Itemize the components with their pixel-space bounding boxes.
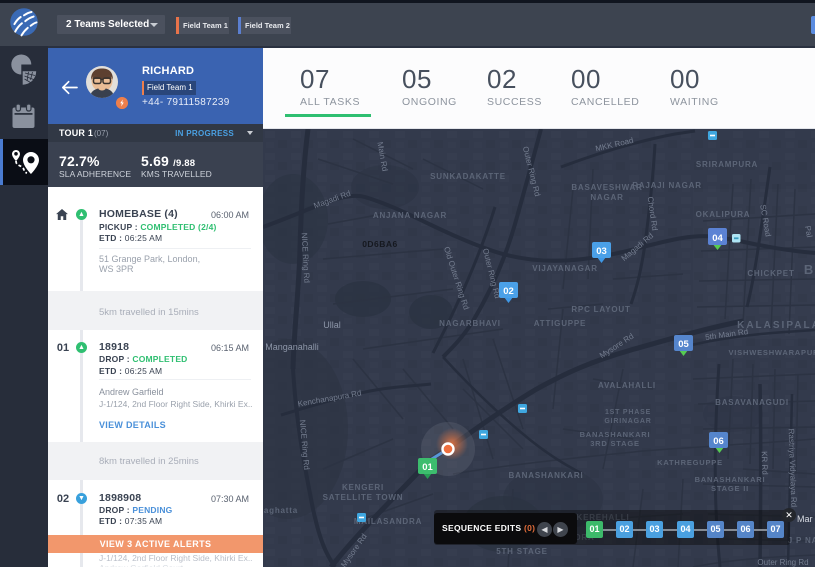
- svg-text:Outer Ring Rd: Outer Ring Rd: [757, 558, 808, 567]
- svg-text:VISHWESHWARAPURA: VISHWESHWARAPURA: [729, 348, 815, 357]
- svg-text:RPC LAYOUT: RPC LAYOUT: [571, 305, 630, 314]
- svg-text:BANASHANKARI: BANASHANKARI: [509, 471, 584, 480]
- svg-text:05: 05: [678, 339, 689, 350]
- svg-text:06: 06: [713, 436, 724, 447]
- svg-text:04: 04: [712, 233, 723, 244]
- svg-text:3RD STAGE: 3RD STAGE: [590, 439, 640, 448]
- svg-text:J P NA: J P NA: [788, 536, 815, 545]
- svg-text:Manganahalli: Manganahalli: [265, 342, 319, 352]
- svg-text:1ST PHASE: 1ST PHASE: [605, 409, 651, 416]
- svg-text:RAJAJI NAGAR: RAJAJI NAGAR: [632, 181, 702, 190]
- svg-text:Ullal: Ullal: [323, 320, 341, 330]
- svg-text:AVALAHALLI: AVALAHALLI: [598, 381, 656, 390]
- svg-text:maghatta: maghatta: [263, 506, 298, 515]
- svg-text:NAGAR: NAGAR: [590, 193, 623, 202]
- svg-text:BANASHANKARI: BANASHANKARI: [580, 430, 651, 439]
- svg-text:B: B: [804, 262, 814, 277]
- svg-text:03: 03: [596, 246, 607, 257]
- svg-text:01: 01: [422, 462, 433, 473]
- svg-text:SATELLITE TOWN: SATELLITE TOWN: [323, 493, 404, 502]
- svg-text:CHICKPET: CHICKPET: [747, 269, 794, 278]
- svg-text:ANJANA NAGAR: ANJANA NAGAR: [373, 211, 447, 220]
- svg-text:KR Rd: KR Rd: [760, 451, 770, 475]
- svg-text:OKALIPURA: OKALIPURA: [696, 210, 751, 219]
- svg-text:KALASIPALAYA: KALASIPALAYA: [737, 320, 815, 331]
- svg-text:0D6BA6: 0D6BA6: [362, 239, 398, 249]
- svg-text:02: 02: [503, 286, 514, 297]
- svg-text:KENGERI: KENGERI: [342, 483, 384, 492]
- svg-text:STAGE II: STAGE II: [711, 484, 749, 493]
- svg-text:SUNKADAKATTE: SUNKADAKATTE: [430, 172, 506, 181]
- svg-text:NAGARBHAVI: NAGARBHAVI: [439, 319, 501, 328]
- svg-text:5TH STAGE: 5TH STAGE: [496, 547, 548, 556]
- svg-text:GIRINAGAR: GIRINAGAR: [604, 418, 651, 425]
- svg-text:BANASHANKARI: BANASHANKARI: [695, 475, 766, 484]
- svg-text:ATTIGUPPE: ATTIGUPPE: [534, 319, 586, 328]
- svg-text:SRIRAMPURA: SRIRAMPURA: [696, 160, 758, 169]
- svg-text:BASAVANAGUDI: BASAVANAGUDI: [715, 398, 789, 407]
- svg-text:VIJAYANAGAR: VIJAYANAGAR: [532, 264, 598, 273]
- svg-text:KATHREGUPPE: KATHREGUPPE: [657, 458, 723, 467]
